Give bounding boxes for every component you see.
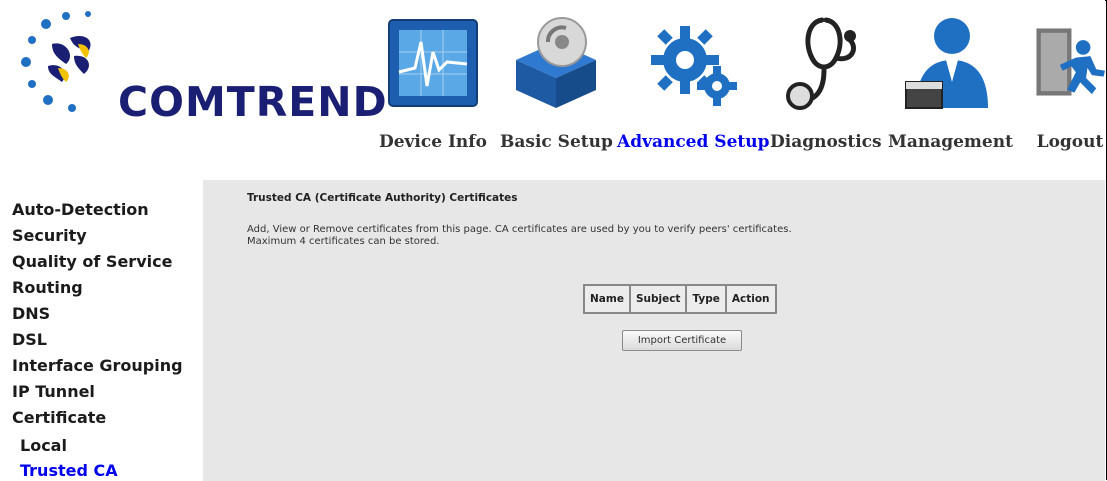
sidebar-item-dsl[interactable]: DSL: [12, 330, 47, 349]
sidebar-item-quality-of-service[interactable]: Quality of Service: [12, 252, 172, 271]
nav-diagnostics[interactable]: Diagnostics: [770, 12, 882, 152]
column-header-type: Type: [686, 285, 726, 313]
nav-basic-setup[interactable]: Basic Setup: [500, 12, 613, 152]
description-line: Add, View or Remove certificates from th…: [247, 224, 792, 235]
diagnostics-icon: [785, 17, 856, 110]
column-header-action: Action: [725, 285, 776, 313]
sidebar-item-interface-grouping[interactable]: Interface Grouping: [12, 356, 183, 375]
nav-label: Management: [888, 132, 1013, 152]
main-panel: Trusted CA (Certificate Authority) Certi…: [203, 180, 1105, 481]
sidebar-item-auto-detection[interactable]: Auto-Detection: [12, 200, 149, 219]
nav-label: Diagnostics: [770, 132, 882, 152]
nav-label: Device Info: [379, 132, 487, 152]
advanced-setup-icon: [651, 26, 738, 106]
sidebar-item-security[interactable]: Security: [12, 226, 87, 245]
description-line: Maximum 4 certificates can be stored.: [247, 236, 440, 247]
nav-label: Advanced Setup: [617, 132, 770, 152]
nav-management[interactable]: Management: [888, 12, 1013, 152]
sidebar-item-local[interactable]: Local: [20, 436, 67, 455]
brand-name: COMTREND: [118, 78, 388, 126]
sidebar: Auto-Detection Security Quality of Servi…: [0, 180, 203, 481]
certificates-table: Name Subject Type Action: [583, 284, 777, 314]
nav-logout[interactable]: Logout: [1035, 12, 1105, 152]
sidebar-item-dns[interactable]: DNS: [12, 304, 50, 323]
comtrend-logo-icon: [21, 11, 91, 112]
device-info-icon: [387, 19, 478, 107]
nav-device-info[interactable]: Device Info: [379, 12, 487, 152]
header: COMTREND Device Info Basic Setup Advance…: [0, 0, 1105, 180]
page-title: Trusted CA (Certificate Authority) Certi…: [247, 192, 518, 204]
column-header-subject: Subject: [629, 285, 687, 313]
sidebar-item-routing[interactable]: Routing: [12, 278, 83, 297]
nav-advanced-setup[interactable]: Advanced Setup: [617, 12, 770, 152]
nav-label: Logout: [1036, 132, 1104, 152]
logout-icon: [1036, 28, 1105, 96]
nav-label: Basic Setup: [500, 132, 613, 152]
sidebar-item-trusted-ca[interactable]: Trusted CA: [20, 461, 118, 480]
brand-logo[interactable]: COMTREND: [18, 10, 387, 126]
management-icon: [905, 18, 989, 109]
sidebar-item-ip-tunnel[interactable]: IP Tunnel: [12, 382, 95, 401]
column-header-name: Name: [584, 285, 630, 313]
page-description: Add, View or Remove certificates from th…: [247, 224, 947, 248]
sidebar-item-certificate[interactable]: Certificate: [12, 408, 106, 427]
basic-setup-icon: [516, 17, 597, 108]
import-certificate-button[interactable]: Import Certificate: [622, 330, 742, 351]
table-header-row: Name Subject Type Action: [584, 285, 776, 313]
